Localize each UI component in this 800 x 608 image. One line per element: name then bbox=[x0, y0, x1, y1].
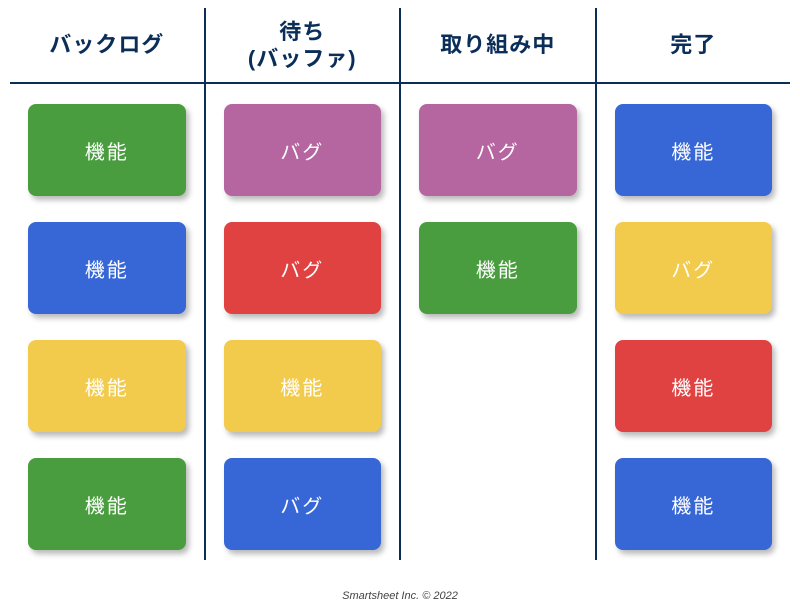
kanban-card[interactable]: バグ bbox=[419, 104, 577, 196]
column-header: 待ち (バッファ) bbox=[206, 8, 400, 84]
column-done: 完了 機能 バグ 機能 機能 bbox=[597, 8, 793, 560]
column-header: 取り組み中 bbox=[401, 8, 595, 84]
kanban-card[interactable]: 機能 bbox=[28, 222, 186, 314]
kanban-card[interactable]: 機能 bbox=[28, 104, 186, 196]
kanban-card[interactable]: 機能 bbox=[419, 222, 577, 314]
kanban-card[interactable]: 機能 bbox=[615, 458, 773, 550]
column-body: 機能 機能 機能 機能 bbox=[10, 84, 204, 560]
column-body: バグ 機能 bbox=[401, 84, 595, 324]
column-in-progress: 取り組み中 バグ 機能 bbox=[401, 8, 597, 560]
column-buffer: 待ち (バッファ) バグ バグ 機能 バグ bbox=[206, 8, 402, 560]
kanban-card[interactable]: 機能 bbox=[615, 104, 773, 196]
column-header: 完了 bbox=[597, 8, 791, 84]
kanban-card[interactable]: バグ bbox=[615, 222, 773, 314]
column-body: バグ バグ 機能 バグ bbox=[206, 84, 400, 560]
kanban-card[interactable]: 機能 bbox=[28, 340, 186, 432]
kanban-card[interactable]: バグ bbox=[224, 222, 382, 314]
kanban-card[interactable]: バグ bbox=[224, 458, 382, 550]
column-header: バックログ bbox=[10, 8, 204, 84]
kanban-card[interactable]: バグ bbox=[224, 104, 382, 196]
footer-copyright: Smartsheet Inc. © 2022 bbox=[0, 590, 800, 602]
kanban-card[interactable]: 機能 bbox=[28, 458, 186, 550]
kanban-card[interactable]: 機能 bbox=[224, 340, 382, 432]
column-backlog: バックログ 機能 機能 機能 機能 bbox=[8, 8, 206, 560]
column-body: 機能 バグ 機能 機能 bbox=[597, 84, 791, 560]
kanban-board: バックログ 機能 機能 機能 機能 待ち (バッファ) バグ バグ 機能 バグ … bbox=[0, 0, 800, 560]
kanban-card[interactable]: 機能 bbox=[615, 340, 773, 432]
